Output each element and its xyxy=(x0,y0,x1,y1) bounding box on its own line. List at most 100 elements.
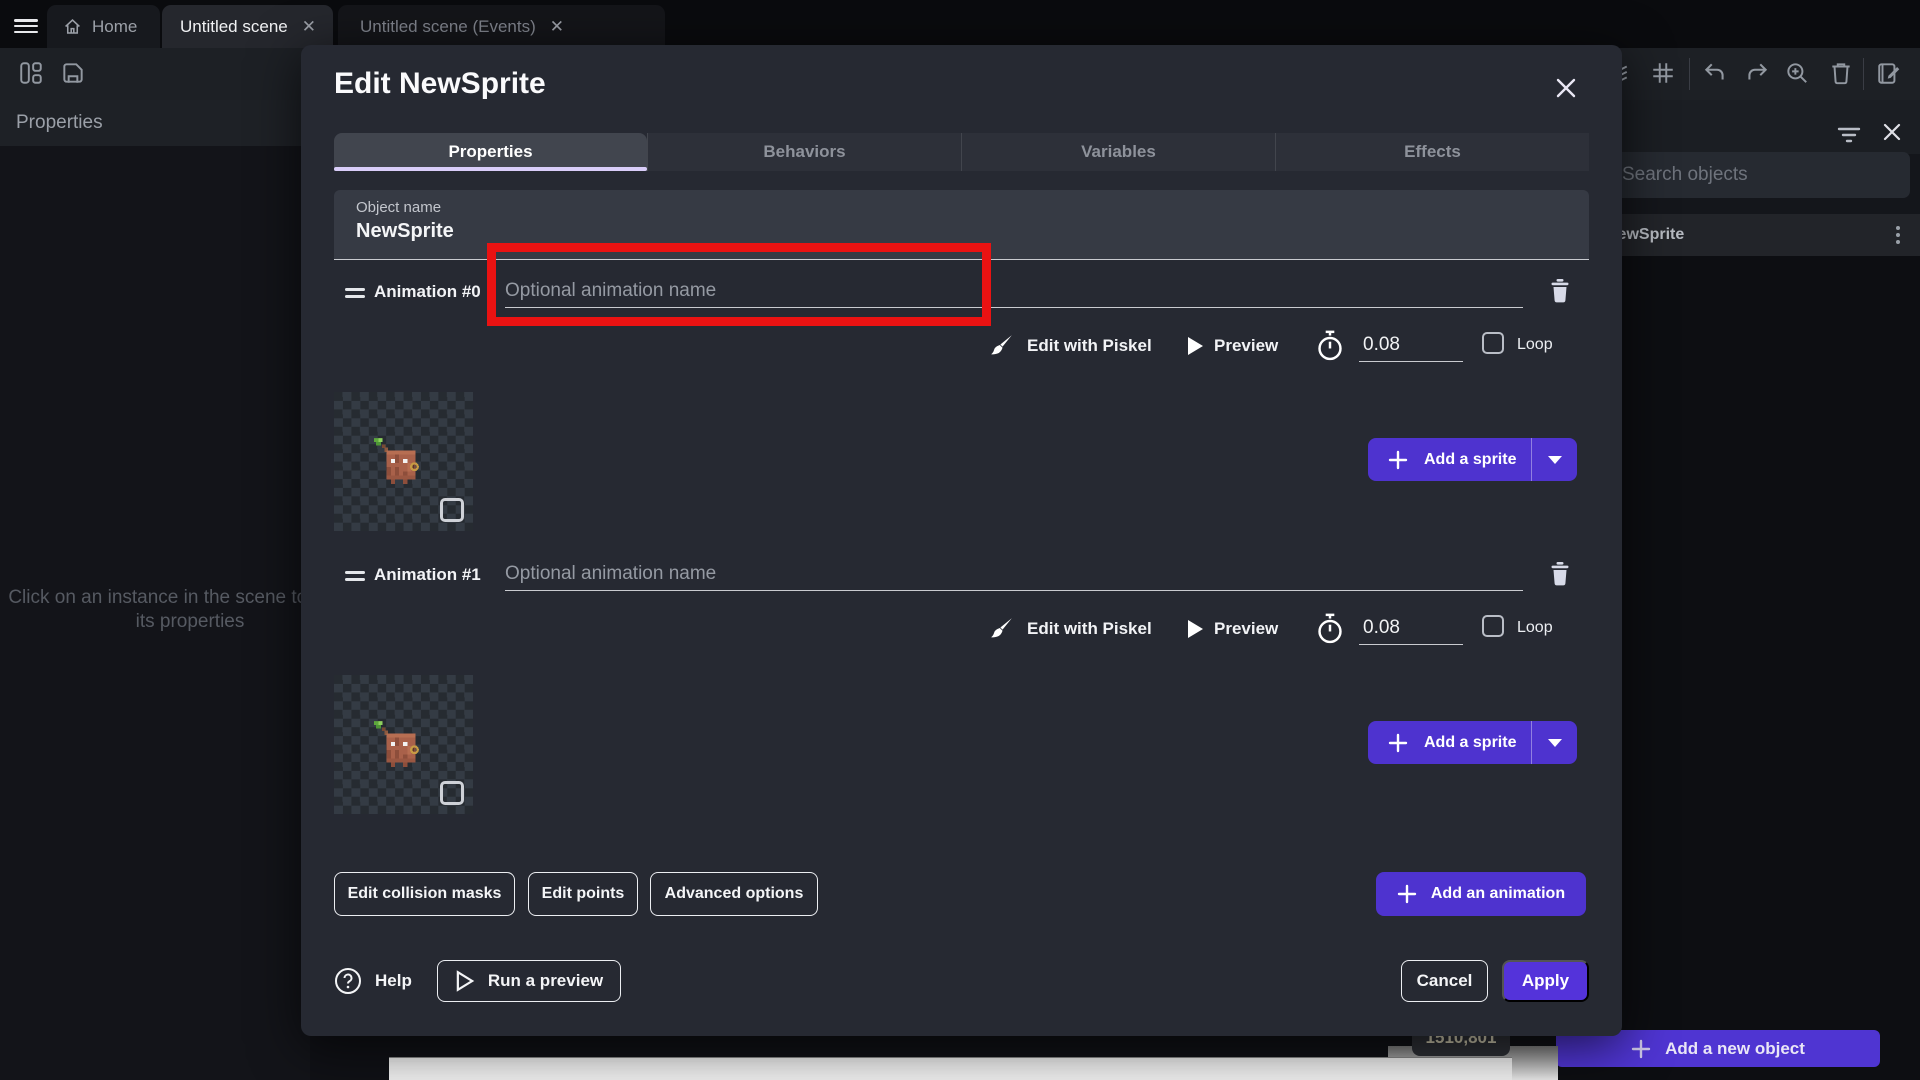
tab-label: Behaviors xyxy=(763,142,845,162)
properties-panel: Properties Click on an instance in the s… xyxy=(0,100,310,1080)
edit-collision-masks-button[interactable]: Edit collision masks xyxy=(334,872,515,916)
scene-canvas[interactable] xyxy=(389,1057,1512,1080)
top-tab-bar: Home Untitled scene ✕ Untitled scene (Ev… xyxy=(0,0,1920,48)
apply-button[interactable]: Apply xyxy=(1502,960,1589,1002)
stopwatch-icon xyxy=(1315,330,1345,362)
help-icon xyxy=(334,967,362,995)
add-object-label: Add a new object xyxy=(1665,1039,1805,1059)
plus-icon xyxy=(1631,1039,1651,1059)
tab-label: Variables xyxy=(1081,142,1156,162)
dialog-title: Edit NewSprite xyxy=(334,67,546,101)
sprite-select-checkbox[interactable] xyxy=(440,498,464,522)
play-icon xyxy=(455,970,475,992)
animation-name-input[interactable] xyxy=(505,557,1523,591)
tab-label: Home xyxy=(92,17,137,37)
close-icon[interactable] xyxy=(1553,75,1579,101)
time-between-frames-input[interactable] xyxy=(1359,611,1463,645)
tab-label: Untitled scene xyxy=(180,17,288,37)
loop-label: Loop xyxy=(1517,336,1553,354)
add-animation-button[interactable]: Add an animation xyxy=(1376,872,1586,916)
add-sprite-label: Add a sprite xyxy=(1424,451,1531,469)
animation-label: Animation #0 xyxy=(374,282,481,302)
zoom-in-icon[interactable] xyxy=(1784,60,1810,86)
tab-effects[interactable]: Effects xyxy=(1275,133,1589,171)
stopwatch-icon xyxy=(1315,613,1345,645)
animation-name-input[interactable] xyxy=(505,274,1523,308)
run-preview-label: Run a preview xyxy=(488,971,603,991)
tab-label: Untitled scene (Events) xyxy=(360,17,536,37)
drag-handle-icon[interactable] xyxy=(345,288,365,302)
menu-icon[interactable] xyxy=(14,19,38,33)
toolbar-divider xyxy=(1689,58,1690,90)
toolbar-divider xyxy=(1863,58,1864,90)
animation-controls: Edit with Piskel Preview Loop xyxy=(301,330,1622,364)
advanced-options-button[interactable]: Advanced options xyxy=(650,872,818,916)
close-icon[interactable] xyxy=(1882,122,1902,142)
play-icon[interactable] xyxy=(1186,336,1204,356)
edit-with-piskel-button[interactable]: Edit with Piskel xyxy=(1027,619,1152,639)
delete-animation-icon[interactable] xyxy=(1548,561,1572,587)
animation-block-0: Animation #0 Edit with Piskel xyxy=(301,282,1622,582)
close-icon[interactable]: ✕ xyxy=(550,18,564,35)
gdevelop-app: Home Untitled scene ✕ Untitled scene (Ev… xyxy=(0,0,1920,1080)
help-button[interactable]: Help xyxy=(334,960,412,1002)
plus-icon xyxy=(1388,733,1408,753)
animation-controls: Edit with Piskel Preview Loop xyxy=(301,613,1622,647)
time-between-frames-input[interactable] xyxy=(1359,328,1463,362)
pig-sprite-image xyxy=(370,438,424,488)
add-animation-label: Add an animation xyxy=(1431,885,1565,903)
add-sprite-button[interactable]: Add a sprite xyxy=(1368,721,1577,764)
help-label: Help xyxy=(375,971,412,991)
redo-icon[interactable] xyxy=(1744,60,1770,86)
tab-home[interactable]: Home xyxy=(47,5,160,48)
pig-sprite-image xyxy=(370,721,424,771)
dialog-tabs: Properties Behaviors Variables Effects xyxy=(334,133,1589,171)
trash-icon[interactable] xyxy=(1828,60,1854,86)
chevron-down-icon[interactable] xyxy=(1532,456,1577,464)
tab-variables[interactable]: Variables xyxy=(961,133,1275,171)
object-name-field: Object name xyxy=(334,190,1589,260)
tab-properties[interactable]: Properties xyxy=(334,133,647,171)
brush-icon[interactable] xyxy=(989,615,1015,641)
tab-label: Properties xyxy=(448,142,532,162)
kebab-menu-icon[interactable] xyxy=(1896,226,1902,247)
object-name-label: Object name xyxy=(356,199,1589,216)
drag-handle-icon[interactable] xyxy=(345,571,365,585)
run-preview-button[interactable]: Run a preview xyxy=(437,960,621,1002)
edit-with-piskel-button[interactable]: Edit with Piskel xyxy=(1027,336,1152,356)
close-icon[interactable]: ✕ xyxy=(302,18,316,35)
sprite-thumbnail[interactable] xyxy=(334,675,473,814)
undo-icon[interactable] xyxy=(1702,60,1728,86)
add-sprite-label: Add a sprite xyxy=(1424,734,1531,752)
chevron-down-icon[interactable] xyxy=(1532,739,1577,747)
edit-sprite-dialog: Edit NewSprite Properties Behaviors Vari… xyxy=(301,45,1622,1036)
tab-behaviors[interactable]: Behaviors xyxy=(647,133,961,171)
loop-label: Loop xyxy=(1517,619,1553,637)
edit-points-button[interactable]: Edit points xyxy=(528,872,638,916)
edit-scene-icon[interactable] xyxy=(1876,60,1902,86)
sprite-thumbnail[interactable] xyxy=(334,392,473,531)
save-icon[interactable] xyxy=(60,60,86,86)
play-icon[interactable] xyxy=(1186,619,1204,639)
grid-icon[interactable] xyxy=(1650,60,1676,86)
object-name-input[interactable] xyxy=(356,220,1456,243)
panel-layout-icon[interactable] xyxy=(18,60,44,86)
sprite-select-checkbox[interactable] xyxy=(440,781,464,805)
animation-label: Animation #1 xyxy=(374,565,481,585)
cancel-button[interactable]: Cancel xyxy=(1401,960,1488,1002)
properties-panel-header: Properties xyxy=(0,100,310,146)
brush-icon[interactable] xyxy=(989,332,1015,358)
animation-block-1: Animation #1 Edit with Piskel xyxy=(301,565,1622,865)
tab-untitled-scene[interactable]: Untitled scene ✕ xyxy=(162,5,333,48)
loop-checkbox[interactable] xyxy=(1482,332,1504,354)
preview-button[interactable]: Preview xyxy=(1214,619,1278,639)
plus-icon xyxy=(1397,884,1417,904)
delete-animation-icon[interactable] xyxy=(1548,278,1572,304)
plus-icon xyxy=(1388,450,1408,470)
tab-label: Effects xyxy=(1404,142,1461,162)
loop-checkbox[interactable] xyxy=(1482,615,1504,637)
add-sprite-button[interactable]: Add a sprite xyxy=(1368,438,1577,481)
filter-icon[interactable] xyxy=(1837,126,1861,144)
tab-untitled-scene-events[interactable]: Untitled scene (Events) ✕ xyxy=(338,5,665,48)
preview-button[interactable]: Preview xyxy=(1214,336,1278,356)
